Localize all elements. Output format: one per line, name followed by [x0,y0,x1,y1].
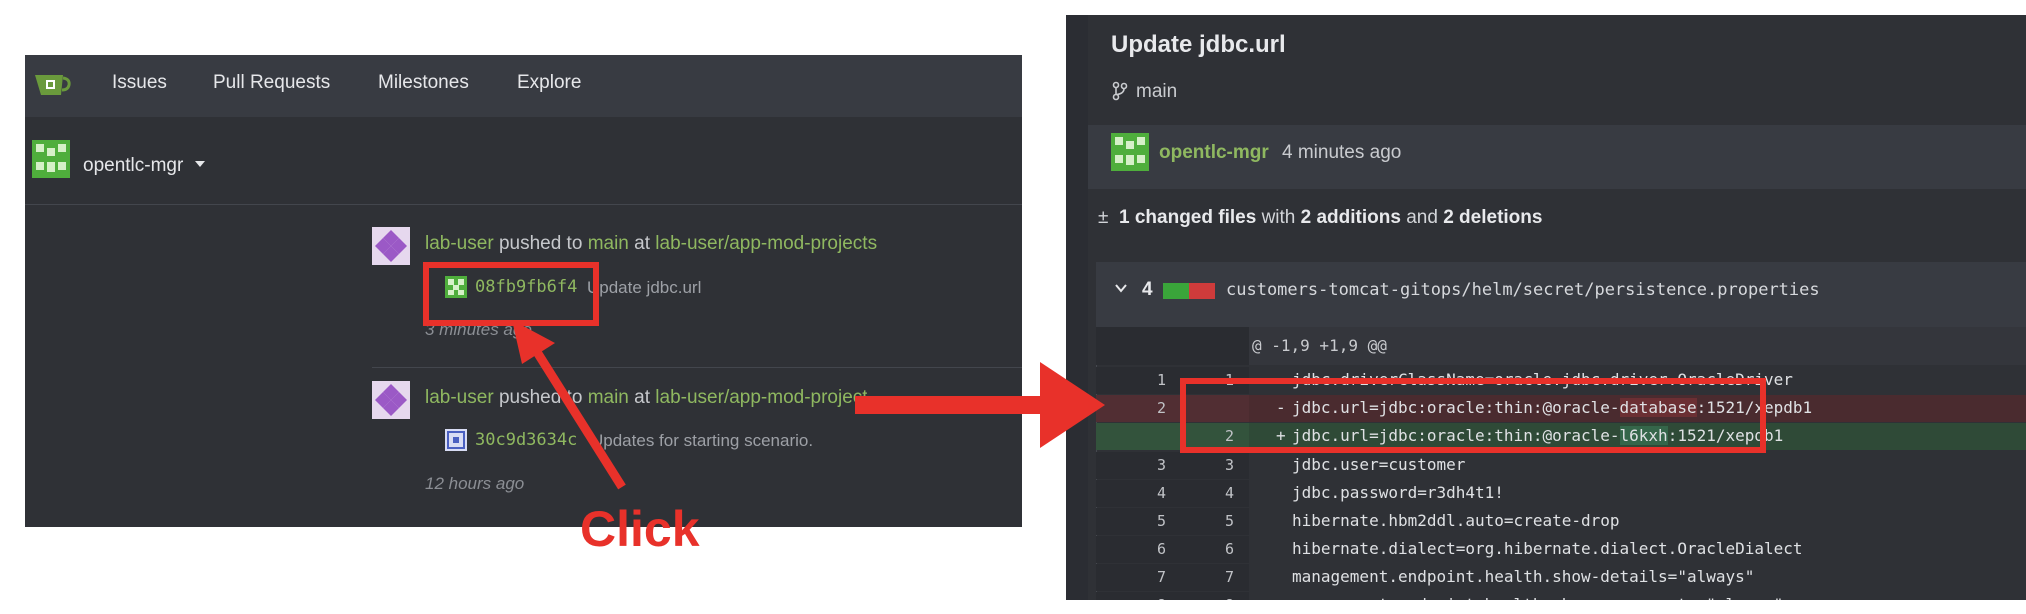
arrow-to-diff [855,362,1105,448]
annotation-arrows [512,320,1105,490]
arrow-to-commit-sha [512,320,626,490]
click-annotation-label: Click [580,501,700,557]
